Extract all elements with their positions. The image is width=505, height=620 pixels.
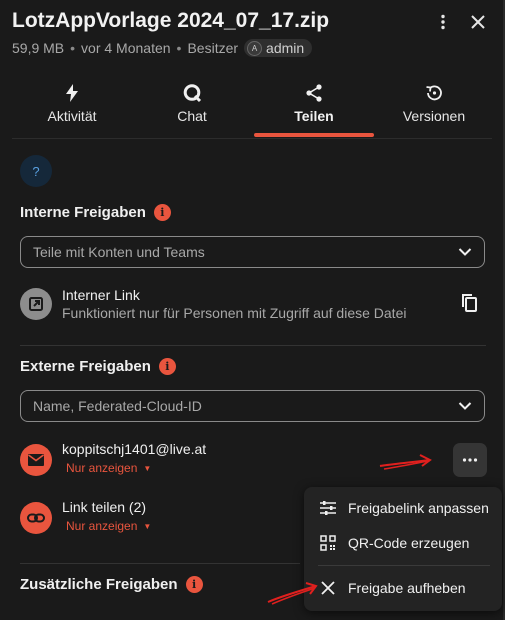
- copy-icon[interactable]: [458, 291, 482, 315]
- info-icon[interactable]: i: [158, 358, 176, 375]
- file-size: 59,9 MB: [12, 40, 65, 56]
- caret-down-icon: ▼: [143, 521, 152, 531]
- permission-label: Nur anzeigen: [66, 461, 138, 475]
- flash-icon: [65, 82, 79, 104]
- share-link-title: Link teilen (2): [62, 499, 147, 515]
- menu-divider: [318, 565, 490, 566]
- internal-share-select[interactable]: Teile mit Konten und Teams: [20, 236, 485, 268]
- history-icon: [424, 82, 444, 104]
- caret-down-icon: ▼: [143, 463, 152, 473]
- share-more-button[interactable]: [453, 443, 487, 477]
- annotation-arrow: [267, 582, 318, 605]
- tab-label: Aktivität: [47, 108, 97, 124]
- section-title: Interne Freigaben: [20, 204, 146, 221]
- internal-link-title: Interner Link: [62, 287, 140, 303]
- tune-icon: [318, 498, 338, 518]
- separator-dot: •: [176, 40, 182, 56]
- link-icon: [20, 502, 52, 534]
- file-title: LotzAppVorlage 2024_07_17.zip: [12, 9, 330, 32]
- permission-label: Nur anzeigen: [66, 519, 138, 533]
- additional-shares-heading: Zusätzliche Freigaben i: [20, 576, 203, 593]
- internal-shares-heading: Interne Freigaben i: [20, 204, 171, 221]
- divider: [20, 345, 486, 346]
- menu-item-label: QR-Code erzeugen: [348, 535, 470, 551]
- share-recipient-email: koppitschj1401@live.at: [62, 441, 207, 457]
- help-icon[interactable]: ?: [20, 155, 52, 187]
- internal-link-icon: [20, 288, 52, 320]
- tab-chat[interactable]: Chat: [132, 78, 252, 138]
- active-tab-indicator: [254, 133, 374, 137]
- file-modified: vor 4 Monaten: [81, 40, 171, 56]
- more-actions-icon[interactable]: [431, 10, 455, 34]
- info-icon[interactable]: i: [153, 204, 171, 221]
- info-icon[interactable]: i: [185, 576, 203, 593]
- mail-icon: [20, 444, 52, 476]
- menu-item-qr-code[interactable]: QR-Code erzeugen: [304, 528, 502, 558]
- avatar: A: [247, 40, 263, 56]
- close-sidebar-icon[interactable]: [466, 10, 490, 34]
- menu-item-customize-link[interactable]: Freigabelink anpassen: [304, 493, 502, 523]
- separator-dot: •: [70, 40, 76, 56]
- owner-name: admin: [266, 40, 305, 56]
- annotation-arrow: [379, 454, 432, 470]
- permission-dropdown[interactable]: Nur anzeigen ▼: [66, 461, 151, 475]
- share-icon: [304, 82, 324, 104]
- share-actions-menu: Freigabelink anpassen QR-Code erzeugen F…: [304, 487, 502, 611]
- file-meta: 59,9 MB • vor 4 Monaten • Besitzer A adm…: [12, 39, 313, 57]
- more-horizontal-icon: [462, 458, 478, 462]
- tab-share[interactable]: Teilen: [254, 78, 374, 138]
- tab-versions[interactable]: Versionen: [374, 78, 494, 138]
- chevron-down-icon: [458, 244, 472, 260]
- menu-item-unshare[interactable]: Freigabe aufheben: [304, 573, 502, 603]
- chat-icon: [182, 82, 202, 104]
- owner-chip[interactable]: A admin: [244, 39, 313, 57]
- divider: [20, 563, 300, 564]
- section-title: Externe Freigaben: [20, 358, 151, 375]
- tab-activity[interactable]: Aktivität: [12, 78, 132, 138]
- section-title: Zusätzliche Freigaben: [20, 576, 178, 593]
- owner-label: Besitzer: [187, 40, 239, 56]
- sidebar-panel: LotzAppVorlage 2024_07_17.zip 59,9 MB • …: [0, 0, 505, 620]
- tab-bar: Aktivität Chat Teilen Versionen: [12, 78, 492, 139]
- qr-code-icon: [318, 533, 338, 553]
- external-share-select[interactable]: Name, Federated-Cloud-ID: [20, 390, 485, 422]
- permission-dropdown[interactable]: Nur anzeigen ▼: [66, 519, 151, 533]
- select-placeholder: Name, Federated-Cloud-ID: [33, 398, 202, 414]
- menu-item-label: Freigabelink anpassen: [348, 500, 489, 516]
- external-shares-heading: Externe Freigaben i: [20, 358, 176, 375]
- tab-label: Chat: [177, 108, 207, 124]
- tab-label: Teilen: [294, 108, 334, 124]
- internal-link-subtitle: Funktioniert nur für Personen mit Zugrif…: [62, 305, 407, 321]
- chevron-down-icon: [458, 398, 472, 414]
- select-placeholder: Teile mit Konten und Teams: [33, 244, 205, 260]
- menu-item-label: Freigabe aufheben: [348, 580, 466, 596]
- tab-label: Versionen: [402, 108, 466, 124]
